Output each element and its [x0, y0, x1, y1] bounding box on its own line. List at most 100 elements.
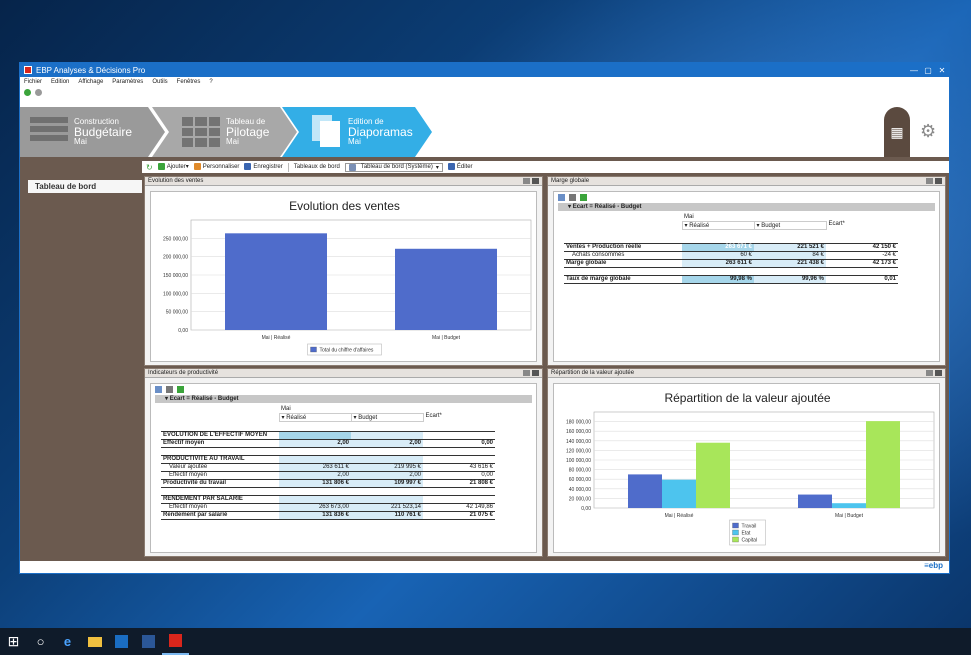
add-label: Ajouter: [166, 164, 186, 171]
row-label: Achats consommés: [572, 252, 625, 258]
windows-start-icon[interactable]: ⊞: [0, 628, 27, 655]
period-header: Mai: [684, 213, 694, 220]
search-icon[interactable]: ○: [27, 628, 54, 655]
export-icon[interactable]: [177, 386, 184, 393]
x-tick-label: Mai | Réalisé: [262, 335, 291, 341]
close-panel-icon[interactable]: [532, 178, 539, 184]
cell-budget: 219 995 €: [351, 463, 423, 471]
step-label-sub: Mai: [348, 137, 361, 146]
customize-button[interactable]: Personnaliser: [193, 163, 239, 171]
table-row: Achats consommés 60 €84 € -24 €: [564, 251, 898, 259]
y-tick-label: 120 000,00: [566, 448, 591, 454]
dashboard-select[interactable]: Tableau de bord (Système) ▾: [344, 162, 443, 172]
edit-panel-icon[interactable]: [523, 370, 530, 376]
period-header: Mai: [281, 405, 291, 412]
section-title: RENDEMENT PAR SALARIE: [163, 496, 243, 502]
cell-ecart: 42 150 €: [872, 244, 896, 250]
y-tick-label: 160 000,00: [566, 429, 591, 435]
app-window: EBP Analyses & Décisions Pro — ▢ ✕ Fichi…: [19, 62, 950, 574]
cell-budget: 221 521 €: [754, 243, 826, 251]
menu-help[interactable]: ?: [209, 79, 212, 85]
edit-button[interactable]: Éditer: [447, 163, 473, 171]
cell-budget: 2,00: [351, 471, 423, 479]
menu-edition[interactable]: Edition: [51, 79, 69, 85]
cell-realise: 131 836 €: [279, 511, 351, 519]
legend-label: Total du chiffre d'affaires: [320, 348, 374, 354]
section-title: PRODUCTIVITE AU TRAVAIL: [163, 456, 245, 462]
print-icon[interactable]: [166, 386, 173, 393]
dashboard-area: ↻ Ajouter▾ Personnaliser Enregistrer Tab…: [142, 161, 949, 561]
report-icon[interactable]: ▦: [884, 107, 910, 157]
cell-budget: 109 997 €: [351, 479, 423, 487]
edge-icon[interactable]: e: [54, 628, 81, 655]
marge-table: Mai ▾ Réalisé ▾ Budget Ecart* Ventes + Pro…: [564, 213, 898, 283]
back-icon[interactable]: [24, 88, 31, 96]
gear-icon[interactable]: ⚙: [920, 121, 936, 142]
menu-outils[interactable]: Outils: [152, 79, 167, 85]
col-budget: Budget: [358, 414, 378, 421]
menu-fichier[interactable]: Fichier: [24, 79, 42, 85]
row-label: Effectif moyen: [169, 472, 207, 478]
menu-parametres[interactable]: Paramètres: [112, 79, 143, 85]
search-icon[interactable]: [155, 386, 162, 393]
y-tick-label: 50 000,00: [166, 310, 188, 316]
x-tick-label: Mai | Budget: [835, 513, 864, 519]
chart-box: Répartition de la valeur ajoutée 0,00 20 0…: [553, 383, 940, 553]
bar: [798, 494, 832, 508]
forward-icon[interactable]: [35, 88, 42, 96]
word-icon[interactable]: [135, 628, 162, 655]
col-budget: Budget: [761, 222, 781, 229]
menu-affichage[interactable]: Affichage: [78, 79, 103, 85]
step-tableau-pilotage[interactable]: Tableau de Pilotage Mai: [152, 107, 297, 157]
y-tick-label: 180 000,00: [566, 420, 591, 426]
close-panel-icon[interactable]: [532, 370, 539, 376]
close-panel-icon[interactable]: [935, 370, 942, 376]
file-explorer-icon[interactable]: [81, 628, 108, 655]
ecart-bar: ▾ Ecart = Réalisé - Budget: [155, 395, 532, 403]
cell-realise: 60 €: [682, 251, 754, 259]
cell-realise: 263 671 €: [682, 243, 754, 251]
menu-fenetres[interactable]: Fenêtres: [177, 79, 201, 85]
save-button[interactable]: Enregistrer: [244, 163, 283, 171]
step-edition-diaporamas[interactable]: Edition de Diaporamas Mai: [282, 107, 432, 157]
panel-title: Evolution des ventes: [148, 178, 204, 184]
edit-panel-icon[interactable]: [926, 370, 933, 376]
export-icon[interactable]: [580, 194, 587, 201]
section-row: RENDEMENT PAR SALARIE: [161, 495, 495, 503]
brand-logo: ≡ebp: [924, 561, 943, 570]
col-realise: Réalisé: [689, 222, 710, 229]
edit-panel-icon[interactable]: [523, 178, 530, 184]
add-button[interactable]: Ajouter▾: [157, 163, 189, 171]
bar: [628, 474, 662, 508]
y-tick-label: 20 000,00: [569, 496, 591, 502]
cell-ecart: 0,00: [481, 440, 493, 446]
minimize-icon[interactable]: —: [907, 66, 921, 75]
cell-budget: 99,96 %: [754, 275, 826, 283]
col-ecart: Ecart*: [425, 413, 442, 419]
maximize-icon[interactable]: ▢: [921, 66, 935, 75]
sales-chart: Evolution des ventes 0,00 50 000,00 100 000…: [163, 199, 532, 356]
toolbar-separator: [287, 162, 289, 172]
cell-budget: 221 523,14: [351, 503, 423, 511]
cell-ecart: 21 075 €: [469, 512, 493, 518]
y-tick-label: 0,00: [178, 328, 188, 334]
search-icon[interactable]: [558, 194, 565, 201]
menu-bar: Fichier Edition Affichage Paramètres Out…: [20, 77, 949, 87]
edit-panel-icon[interactable]: [926, 178, 933, 184]
save-label: Enregistrer: [253, 164, 283, 171]
step-construction-budgetaire[interactable]: Construction Budgétaire Mai: [20, 107, 165, 157]
legend-swatch: [310, 346, 317, 353]
productivite-table: Mai ▾ Réalisé ▾ Budget Ecart* EVOLUTION DE…: [161, 405, 495, 519]
refresh-icon[interactable]: ↻: [146, 163, 153, 172]
row-label: Taux de marge globale: [566, 276, 631, 282]
print-icon[interactable]: [569, 194, 576, 201]
cell-ecart: 43 616 €: [469, 464, 493, 470]
ebp-app-icon[interactable]: [162, 628, 189, 655]
close-icon[interactable]: ✕: [935, 66, 949, 75]
outlook-icon[interactable]: [108, 628, 135, 655]
close-panel-icon[interactable]: [935, 178, 942, 184]
process-ribbon: Construction Budgétaire Mai Tableau de Pilo…: [20, 107, 949, 157]
ecart-bar: ▾ Ecart = Réalisé - Budget: [558, 203, 935, 211]
sidebar-item-tableau-de-bord[interactable]: Tableau de bord: [28, 180, 142, 193]
panel-repartition-valeur: Répartition de la valeur ajoutée Réparti…: [547, 368, 946, 557]
